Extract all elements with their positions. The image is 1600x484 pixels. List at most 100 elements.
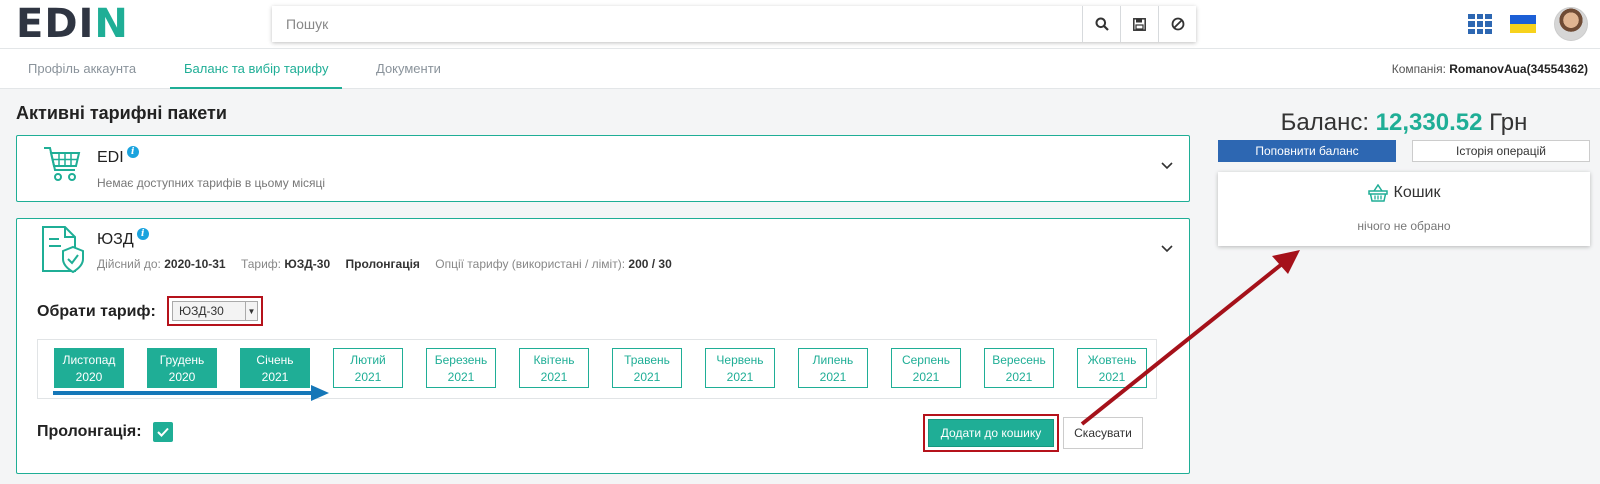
month-8-button[interactable]: Червень 2021 — [705, 348, 775, 388]
balance-currency: Грн — [1489, 109, 1528, 136]
month-year: 2021 — [912, 370, 940, 384]
cart-title: Кошик — [1218, 184, 1590, 202]
add-to-cart-highlight: Додати до кошику — [923, 414, 1059, 452]
shopping-cart-icon — [44, 147, 81, 181]
company-label: Компанія: — [1391, 62, 1446, 76]
tabs-bar: Профіль аккаунта Баланс та вибір тарифу … — [0, 49, 1600, 89]
uzd-meta: Дійсний до: 2020-10-31 Тариф: ЮЗД-30 Про… — [97, 257, 672, 271]
month-name: Липень — [812, 353, 854, 367]
uzd-package-card: ЮЗД i Дійсний до: 2020-10-31 Тариф: ЮЗД-… — [16, 218, 1190, 474]
tariff-options-label: Опції тарифу (використані / ліміт): — [435, 257, 626, 271]
month-11-button[interactable]: Вересень 2021 — [984, 348, 1054, 388]
month-7-button[interactable]: Травень 2021 — [612, 348, 682, 388]
month-year: 2021 — [261, 370, 289, 384]
top-header: ED I N — [0, 0, 1600, 49]
month-year: 2021 — [726, 370, 754, 384]
valid-until-label: Дійсний до: — [97, 257, 161, 271]
caret-down-icon: ▼ — [245, 302, 257, 320]
tab-documents[interactable]: Документи — [362, 49, 455, 89]
company-value: RomanovAua(34554362) — [1449, 62, 1588, 76]
month-name: Квітень — [533, 353, 575, 367]
prolongation-text: Пролонгація — [345, 257, 420, 271]
month-year: 2021 — [540, 370, 568, 384]
uzd-title-text: ЮЗД — [97, 231, 134, 248]
month-name: Вересень — [992, 353, 1046, 367]
ukraine-flag-icon[interactable] — [1510, 15, 1536, 33]
document-shield-icon — [42, 226, 84, 274]
avatar[interactable] — [1554, 7, 1588, 41]
month-5-button[interactable]: Березень 2021 — [426, 348, 496, 388]
chevron-down-icon[interactable] — [1159, 241, 1175, 257]
balance-label: Баланс: — [1280, 109, 1369, 136]
basket-icon — [1367, 184, 1388, 202]
logo-text-i: I — [78, 1, 95, 47]
prolongation-label: Пролонгація: — [37, 423, 142, 440]
logo-text-n: N — [94, 1, 129, 47]
month-name: Травень — [624, 353, 670, 367]
prolongation-checkbox[interactable] — [153, 422, 173, 442]
apps-grid-icon[interactable] — [1468, 14, 1492, 34]
cart-panel: Кошик нічого не обрано — [1218, 172, 1590, 246]
ban-icon — [1171, 17, 1184, 31]
tab-account-profile[interactable]: Профіль аккаунта — [14, 49, 150, 89]
month-name: Червень — [716, 353, 764, 367]
add-to-cart-button[interactable]: Додати до кошику — [928, 419, 1054, 447]
choose-tariff-label: Обрати тариф: — [37, 303, 156, 320]
cancel-button[interactable]: Скасувати — [1063, 417, 1143, 449]
month-year: 2021 — [1098, 370, 1126, 384]
search-button[interactable] — [1082, 6, 1120, 42]
tariff-label: Тариф: — [240, 257, 282, 271]
month-name: Грудень — [159, 353, 205, 367]
month-9-button[interactable]: Липень 2021 — [798, 348, 868, 388]
month-3-button[interactable]: Січень 2021 — [240, 348, 310, 388]
search-bar — [272, 6, 1196, 42]
save-search-button[interactable] — [1120, 6, 1158, 42]
edi-title: EDI i — [97, 146, 139, 167]
tariff-select-highlight: ЮЗД-30 ▼ — [167, 296, 263, 326]
info-icon[interactable]: i — [126, 146, 139, 158]
clear-search-button[interactable] — [1158, 6, 1196, 42]
tariff-options-value: 200 / 30 — [628, 257, 672, 271]
month-year: 2021 — [354, 370, 382, 384]
arrow-right-icon — [53, 385, 329, 401]
operations-history-button[interactable]: Історія операцій — [1412, 140, 1590, 162]
tab-balance-tariff[interactable]: Баланс та вибір тарифу — [170, 49, 343, 89]
month-year: 2020 — [168, 370, 196, 384]
company-info: Компанія: RomanovAua(34554362) — [1392, 49, 1588, 89]
edi-subtitle: Немає доступних тарифів в цьому місяці — [97, 176, 326, 190]
checkmark-icon — [157, 427, 169, 437]
header-right-icons — [1468, 6, 1588, 42]
month-4-button[interactable]: Лютий 2021 — [333, 348, 403, 388]
month-name: Березень — [434, 353, 488, 367]
uzd-title: ЮЗД i — [97, 228, 149, 249]
month-6-button[interactable]: Квітень 2021 — [519, 348, 589, 388]
month-year: 2020 — [75, 370, 103, 384]
month-10-button[interactable]: Серпень 2021 — [891, 348, 961, 388]
edi-title-text: EDI — [97, 149, 124, 166]
month-1-button[interactable]: Листопад 2020 — [54, 348, 124, 388]
month-name: Серпень — [901, 353, 951, 367]
tariff-select-value: ЮЗД-30 — [179, 304, 224, 318]
edin-logo[interactable]: ED I N — [16, 1, 129, 47]
top-up-balance-button[interactable]: Поповнити баланс — [1218, 140, 1396, 162]
month-12-button[interactable]: Жовтень 2021 — [1077, 348, 1147, 388]
month-year: 2021 — [633, 370, 661, 384]
logo-text-ed: ED — [16, 1, 79, 47]
balance-display: Баланс: 12,330.52 Грн — [1218, 109, 1590, 137]
edi-package-card[interactable]: EDI i Немає доступних тарифів в цьому мі… — [16, 135, 1190, 202]
info-icon[interactable]: i — [136, 228, 149, 240]
month-name: Лютий — [350, 353, 386, 367]
month-name: Жовтень — [1087, 353, 1137, 367]
search-icon — [1095, 17, 1109, 31]
search-input[interactable] — [272, 6, 1082, 42]
chevron-down-icon[interactable] — [1159, 158, 1175, 174]
tariff-select[interactable]: ЮЗД-30 ▼ — [172, 301, 258, 321]
floppy-disk-icon — [1133, 17, 1146, 31]
month-year: 2021 — [819, 370, 847, 384]
cart-empty-text: нічого не обрано — [1357, 219, 1451, 233]
page-title: Активні тарифні пакети — [16, 103, 227, 123]
cart-title-text: Кошик — [1393, 184, 1441, 201]
month-year: 2021 — [1005, 370, 1033, 384]
balance-amount: 12,330.52 — [1375, 109, 1483, 136]
month-2-button[interactable]: Грудень 2020 — [147, 348, 217, 388]
